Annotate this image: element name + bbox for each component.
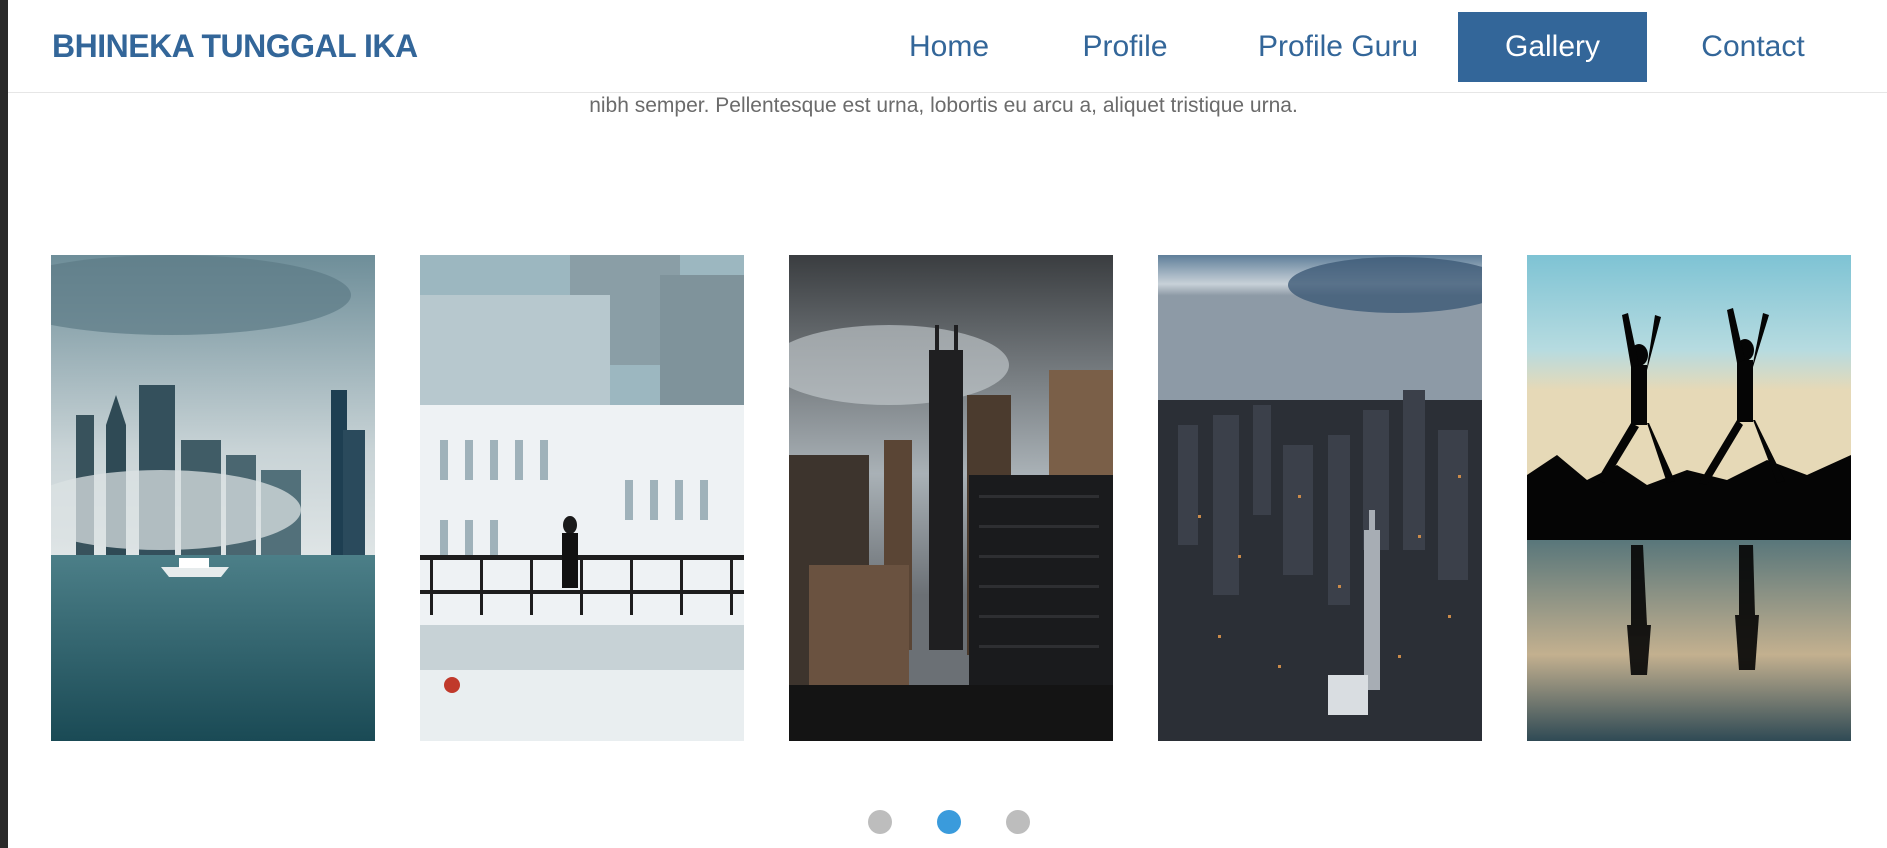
- city-skyline-water-image: [51, 255, 375, 741]
- gallery-image-2[interactable]: [420, 255, 744, 741]
- gallery-image-1[interactable]: [51, 255, 375, 741]
- gallery-image-4[interactable]: [1158, 255, 1482, 741]
- yoga-silhouettes-sunset-image: [1527, 255, 1851, 741]
- nav-item-gallery[interactable]: Gallery: [1458, 12, 1647, 82]
- skyscrapers-sky-image: [789, 255, 1113, 741]
- white-building-balcony-image: [420, 255, 744, 741]
- gallery-image-5[interactable]: [1527, 255, 1851, 741]
- aerial-city-dusk-image: [1158, 255, 1482, 741]
- nav-item-home[interactable]: Home: [878, 12, 1020, 82]
- gallery-image-3[interactable]: [789, 255, 1113, 741]
- navbar: BHINEKA TUNGGAL IKA Home Profile Profile…: [8, 0, 1887, 93]
- carousel-dot-2[interactable]: [937, 810, 961, 834]
- nav-item-profile-guru[interactable]: Profile Guru: [1240, 12, 1436, 82]
- nav-item-contact[interactable]: Contact: [1670, 12, 1836, 82]
- carousel-dot-1[interactable]: [868, 810, 892, 834]
- brand-title[interactable]: BHINEKA TUNGGAL IKA: [52, 26, 418, 66]
- window-edge: [0, 0, 8, 848]
- carousel-dot-3[interactable]: [1006, 810, 1030, 834]
- nav-item-profile[interactable]: Profile: [1032, 12, 1218, 82]
- gallery-intro-text: nibh semper. Pellentesque est urna, lobo…: [589, 94, 1298, 117]
